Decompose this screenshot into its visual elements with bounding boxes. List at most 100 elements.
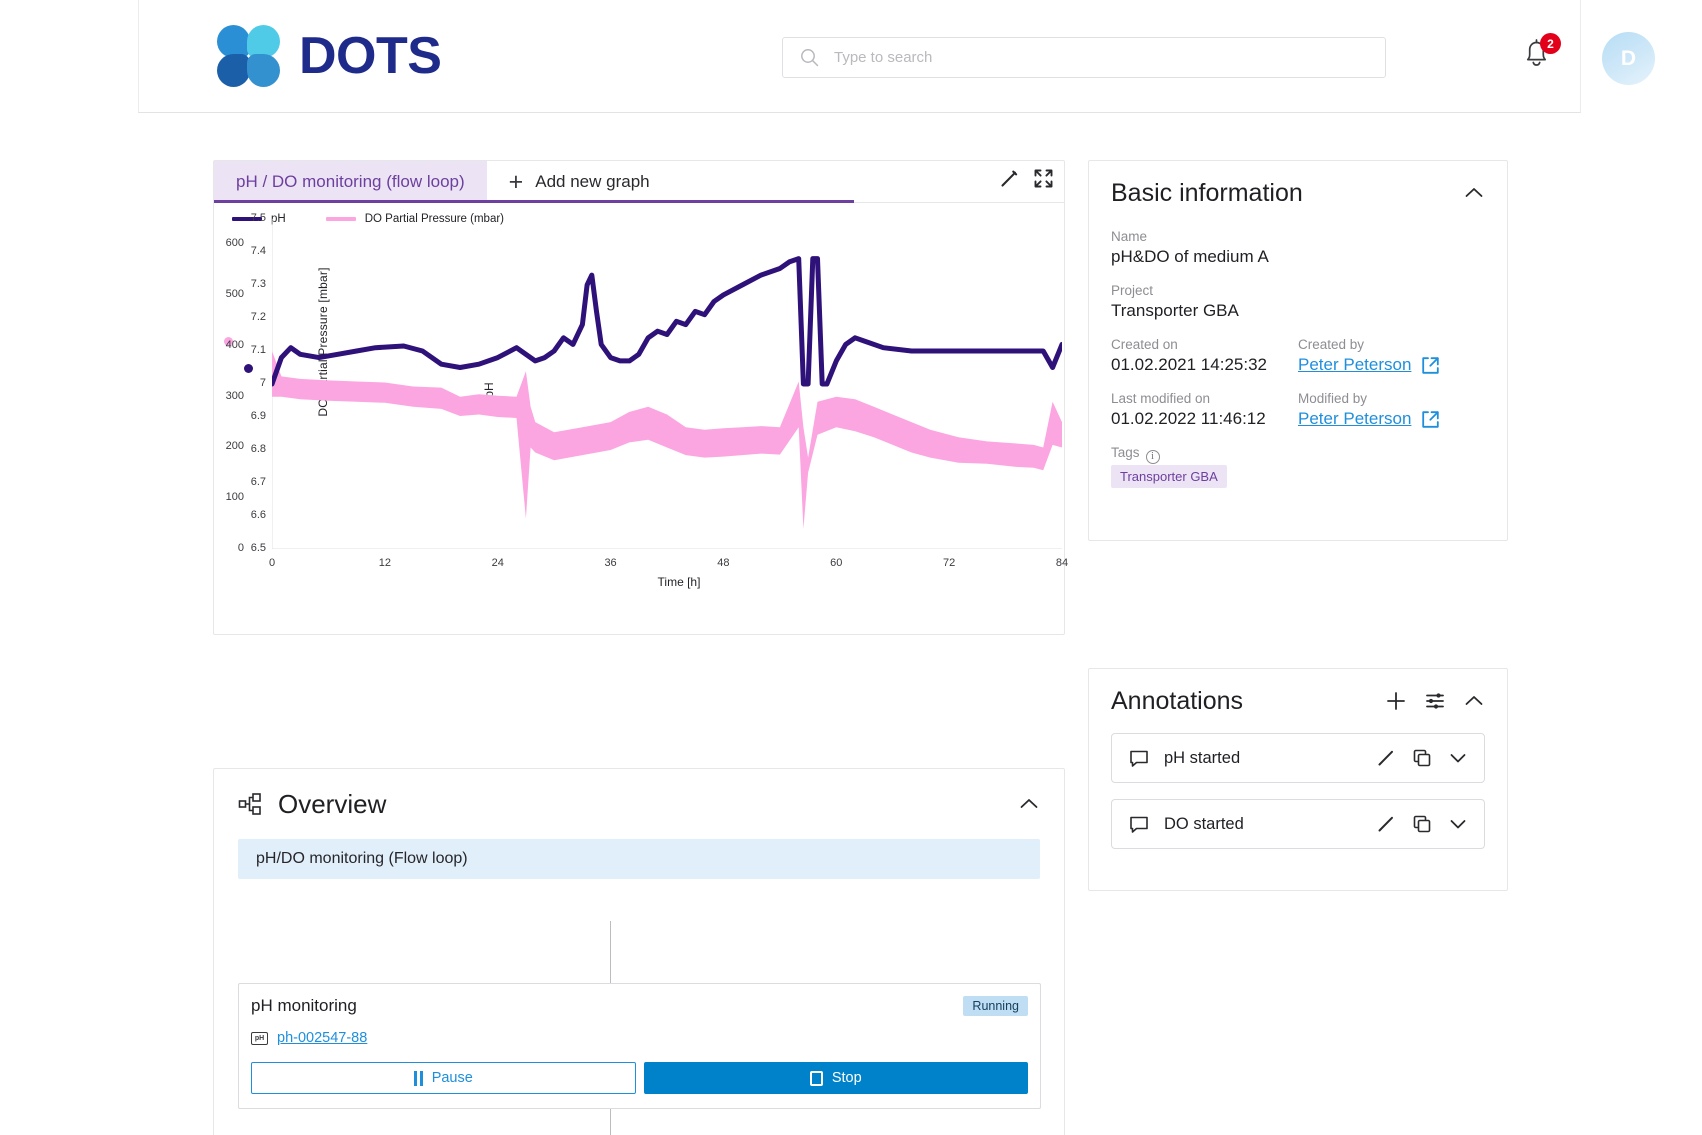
chevron-up-icon[interactable] [1463, 690, 1485, 712]
x-axis-tick-label: 84 [1055, 557, 1069, 569]
copy-icon[interactable] [1412, 814, 1432, 834]
chevron-down-icon[interactable] [1448, 814, 1468, 834]
edit-icon[interactable] [999, 169, 1019, 189]
created-by-link-row[interactable]: Peter Peterson [1298, 355, 1485, 375]
field-created-on: Created on 01.02.2021 14:25:32 [1111, 337, 1298, 375]
tag-chip[interactable]: Transporter GBA [1111, 465, 1227, 488]
ph-line [272, 256, 1062, 387]
copy-icon[interactable] [1412, 748, 1432, 768]
graph-tabs: pH / DO monitoring (flow loop) + Add new… [214, 161, 1064, 203]
chevron-down-icon[interactable] [1448, 748, 1468, 768]
annotation-actions [1376, 814, 1468, 834]
node-title: pH monitoring [251, 996, 357, 1015]
stop-button-label: Stop [831, 1070, 862, 1086]
annotation-item-ph-started[interactable]: pH started [1111, 733, 1485, 783]
main-content: pH / DO monitoring (flow loop) + Add new… [0, 113, 1702, 1135]
ph-axis-tick-label: 6.7 [250, 476, 266, 488]
field-label: Created by [1298, 337, 1365, 352]
annotation-actions [1376, 748, 1468, 768]
x-axis-title: Time [h] [657, 575, 701, 589]
field-modified-by: Modified by Peter Peterson [1298, 391, 1485, 429]
field-value: Transporter GBA [1111, 301, 1239, 320]
info-icon[interactable]: i [1145, 450, 1160, 464]
overview-root-node[interactable]: pH/DO monitoring (Flow loop) [238, 839, 1040, 879]
external-link-icon[interactable] [1421, 356, 1440, 375]
add-icon[interactable] [1385, 690, 1407, 712]
field-value: 01.02.2022 11:46:12 [1111, 409, 1266, 428]
x-axis-tick-label: 24 [491, 557, 504, 569]
logo-petal-bottom-left [217, 54, 250, 87]
tab-ph-do-monitoring[interactable]: pH / DO monitoring (flow loop) [214, 161, 487, 203]
field-label: Created on [1111, 337, 1178, 352]
ph-axis-tick-label: 7.3 [250, 278, 266, 290]
external-link-icon[interactable] [1421, 410, 1440, 429]
overview-panel: Overview pH/DO monitoring (Flow loop) pH… [213, 768, 1065, 1135]
x-axis-tick-label: 72 [943, 557, 956, 569]
overview-title: Overview [278, 788, 387, 819]
ph-axis-tick-label: 7.2 [250, 311, 266, 323]
app-header: DOTS 2 D [138, 0, 1655, 113]
app-root: DOTS 2 D [0, 0, 1702, 1135]
annotation-label: DO started [1164, 814, 1244, 833]
field-value: pH&DO of medium A [1111, 247, 1269, 266]
avatar[interactable]: D [1602, 32, 1655, 85]
device-chip-icon: pH [251, 1031, 268, 1045]
field-label: Last modified on [1111, 391, 1211, 406]
created-by-link[interactable]: Peter Peterson [1298, 355, 1411, 375]
notification-count-badge: 2 [1540, 33, 1561, 54]
basic-information-fields: Name pH&DO of medium A Project Transport… [1089, 225, 1507, 488]
filter-icon[interactable] [1424, 690, 1446, 712]
pause-button[interactable]: Pause [251, 1062, 636, 1094]
hierarchy-icon [238, 792, 262, 816]
row-modified: Last modified on 01.02.2022 11:46:12 Mod… [1111, 391, 1485, 445]
pause-button-label: Pause [431, 1070, 473, 1086]
field-last-modified-on: Last modified on 01.02.2022 11:46:12 [1111, 391, 1298, 429]
modified-by-link[interactable]: Peter Peterson [1298, 409, 1411, 429]
search-bar[interactable] [782, 37, 1386, 78]
stop-button[interactable]: Stop [643, 1062, 1028, 1094]
ph-axis-tick-label: 6.8 [250, 443, 266, 455]
x-axis-tick-label: 48 [717, 557, 730, 569]
search-input[interactable] [832, 48, 1352, 67]
notifications-button[interactable]: 2 [1521, 33, 1561, 76]
plus-icon: + [508, 167, 524, 196]
do-partial-pressure-band [272, 351, 1062, 529]
field-label: Project [1111, 283, 1154, 298]
modified-by-link-row[interactable]: Peter Peterson [1298, 409, 1485, 429]
ph-axis-tick-label: 6.5 [250, 542, 266, 554]
logo-wordmark: DOTS [299, 27, 442, 85]
x-axis-tick-label: 12 [378, 557, 391, 569]
annotation-item-do-started[interactable]: DO started [1111, 799, 1485, 849]
ph-axis-tick-label: 7.1 [250, 344, 266, 356]
chevron-up-icon[interactable] [1018, 793, 1040, 815]
chevron-up-icon[interactable] [1463, 182, 1485, 204]
edit-icon[interactable] [1376, 814, 1396, 834]
ph-axis-tick-label: 6.6 [250, 509, 266, 521]
edit-icon[interactable] [1376, 748, 1396, 768]
basic-information-header: Basic information [1089, 161, 1507, 225]
device-id-link[interactable]: ph-002547-88 [277, 1030, 367, 1046]
basic-information-panel: Basic information Name pH&DO of medium A… [1088, 160, 1508, 541]
panel-title: Basic information [1111, 178, 1303, 207]
panel-actions [1385, 690, 1485, 712]
search-icon [800, 48, 819, 67]
node-header: pH monitoring Running [251, 996, 1028, 1016]
logo-petal-bottom-right [247, 54, 280, 87]
stop-icon [809, 1070, 823, 1086]
pause-icon [413, 1070, 423, 1086]
annotations-header: Annotations [1089, 669, 1507, 733]
ph-axis-marker-dot [244, 363, 253, 373]
ph-axis-tick-label: 7 [259, 377, 266, 389]
field-label: Modified by [1298, 391, 1368, 406]
annotation-label: pH started [1164, 748, 1241, 767]
x-axis-tick-label: 60 [830, 557, 843, 569]
chart-plot-area [272, 219, 1062, 549]
ph-axis-tick-label: 7.4 [250, 245, 266, 257]
row-created: Created on 01.02.2021 14:25:32 Created b… [1111, 337, 1485, 391]
tab-add-new-graph[interactable]: + Add new graph [487, 161, 672, 203]
brand-logo[interactable]: DOTS [217, 25, 442, 87]
comment-icon [1128, 813, 1150, 835]
fullscreen-icon[interactable] [1033, 168, 1054, 189]
status-badge: Running [963, 996, 1028, 1016]
tree-connector-1 [610, 921, 611, 983]
